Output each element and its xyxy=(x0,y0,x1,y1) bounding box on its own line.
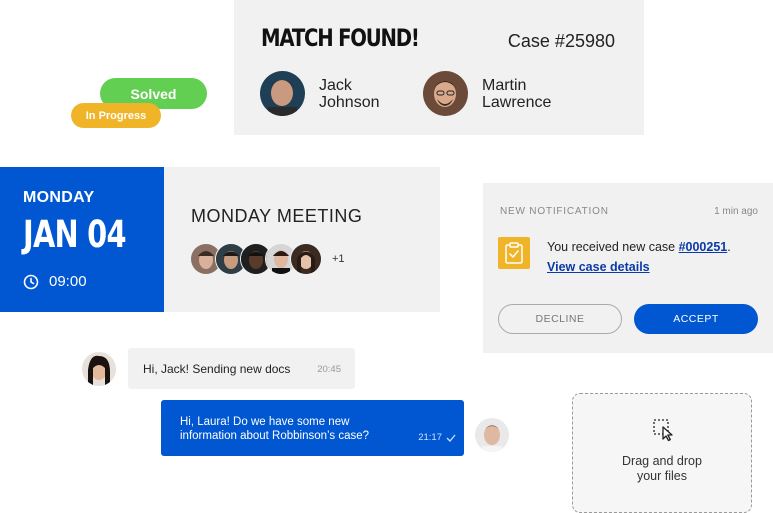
attendee-list[interactable]: +1 xyxy=(190,243,345,275)
dropzone-line: your files xyxy=(636,469,688,483)
avatar-laura xyxy=(82,352,116,386)
status-badge-in-progress[interactable]: In Progress xyxy=(71,103,161,128)
decline-button[interactable]: DECLINE xyxy=(498,304,622,334)
accept-button[interactable]: ACCEPT xyxy=(634,304,758,334)
person-name: Martin Lawrence xyxy=(482,77,551,111)
person-martin-lawrence[interactable]: Martin Lawrence xyxy=(423,71,551,116)
more-attendees-count[interactable]: +1 xyxy=(332,253,345,265)
checkmark-icon xyxy=(446,434,456,442)
message-time: 20:45 xyxy=(317,364,341,375)
dropzone-text: Drag and drop your files xyxy=(573,454,751,484)
message-line: information about Robbinson’s case? xyxy=(180,430,370,442)
avatar-jack xyxy=(475,418,509,452)
message-time: 21:17 xyxy=(418,432,456,443)
message-text: Hi, Laura! Do we have some new informati… xyxy=(180,415,369,443)
last-name: Johnson xyxy=(319,93,380,111)
clipboard-check-icon xyxy=(498,237,530,269)
notification-time: 1 min ago xyxy=(714,206,758,217)
match-title: MATCH FOUND! xyxy=(261,24,420,52)
notification-header: NEW NOTIFICATION xyxy=(500,206,609,217)
notification-message: You received new case #000251. View case… xyxy=(547,237,731,277)
incoming-message: Hi, Jack! Sending new docs 20:45 xyxy=(128,348,355,389)
event-weekday: MONDAY xyxy=(23,189,95,206)
notification-text: You received new case xyxy=(547,240,679,254)
match-found-card: MATCH FOUND! Case #25980 Jack Johnson Ma… xyxy=(234,0,644,135)
first-name: Jack xyxy=(319,76,352,94)
last-name: Lawrence xyxy=(482,93,552,111)
case-number: Case #25980 xyxy=(507,31,615,51)
meeting-title: MONDAY MEETING xyxy=(191,206,363,226)
person-name: Jack Johnson xyxy=(319,77,380,111)
event-date: JAN 04 xyxy=(23,213,127,256)
notification-card: NEW NOTIFICATION 1 min ago You received … xyxy=(483,183,773,353)
message-time-text: 21:17 xyxy=(418,432,442,443)
clock-icon xyxy=(23,274,39,289)
message-text: Hi, Jack! Sending new docs xyxy=(143,362,291,376)
case-link[interactable]: #000251 xyxy=(679,240,728,254)
cursor-select-icon xyxy=(652,418,676,447)
view-case-details-link[interactable]: View case details xyxy=(547,260,650,274)
avatar xyxy=(260,71,305,116)
notification-text-end: . xyxy=(727,240,731,254)
avatar xyxy=(423,71,468,116)
event-date-panel: MONDAY JAN 04 09:00 xyxy=(0,167,164,312)
file-dropzone[interactable]: Drag and drop your files xyxy=(572,393,752,513)
event-details-panel[interactable]: MONDAY MEETING +1 xyxy=(164,167,440,312)
person-jack-johnson[interactable]: Jack Johnson xyxy=(260,71,380,116)
message-line: Hi, Laura! Do we have some new xyxy=(180,416,350,428)
dropzone-line: Drag and drop xyxy=(622,454,702,468)
attendee-avatar xyxy=(290,243,322,275)
event-time: 09:00 xyxy=(23,273,87,290)
outgoing-message: Hi, Laura! Do we have some new informati… xyxy=(161,400,464,456)
first-name: Martin xyxy=(482,76,527,94)
event-time-text: 09:00 xyxy=(49,273,87,290)
